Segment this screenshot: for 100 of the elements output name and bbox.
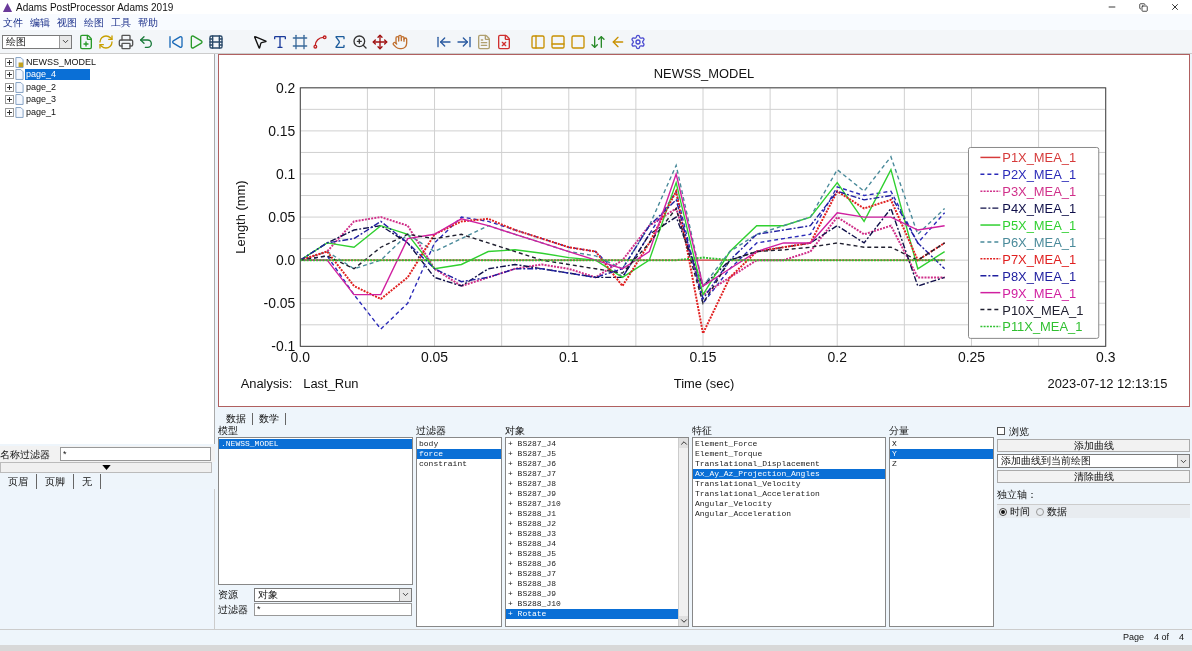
chart-title: NEWSS_MODEL [653, 65, 755, 81]
tab[interactable]: 数据 [220, 413, 253, 425]
list-item[interactable]: force [417, 449, 501, 459]
legend-label: P6X_MEA_1 [1002, 234, 1077, 250]
tab[interactable]: 数学 [253, 413, 286, 425]
list-item[interactable]: body [417, 439, 501, 449]
list-box[interactable]: Element_Force Element_Torque Translational_Displacement Ax_Ay_Az_Projection_Angles Translational_Velocity Translational_Acceleration Angular_Velocity Angular_Acceleration [692, 437, 886, 627]
tree-item[interactable]: NEWSS_MODEL [25, 56, 97, 68]
list-item[interactable]: Translational_Displacement [693, 459, 885, 469]
list-box[interactable]: + BS287_J4 + BS287_J5 + BS287_J6 + BS287_J7 + BS287_J8 + BS287_J9 + BS287_J10 + BS288_J1 + BS288_J2 + BS288_J3 + BS288_J4 + BS288_J5 + BS288_J6 + BS288_J7 + BS288_J8 + BS288_J9 + BS288_J10 + Rotate [505, 437, 689, 627]
tree-item[interactable]: page_4 [25, 69, 90, 81]
page-of-label: 4 of [1153, 630, 1169, 644]
list-item[interactable]: Element_Force [693, 439, 885, 449]
list-item[interactable]: constraint [417, 459, 501, 469]
tab[interactable]: 页脚 [37, 473, 74, 489]
radio-label: 数据 [1047, 505, 1067, 519]
list-box[interactable]: X Y Z [889, 437, 994, 627]
timestamp: 2023-07-12 12:13:15 [1047, 376, 1168, 392]
tab[interactable]: 页眉 [0, 473, 37, 489]
menu-item[interactable]: 文件 [3, 14, 23, 30]
menu-item[interactable]: 帮助 [138, 14, 158, 30]
menu-item[interactable]: 视图 [57, 14, 77, 30]
scroll-down-icon[interactable] [679, 616, 688, 626]
list-item[interactable]: + BS287_J5 [506, 449, 678, 459]
list-item[interactable]: + Rotate [506, 609, 678, 619]
legend-label: P9X_MEA_1 [1002, 285, 1077, 301]
list-item[interactable]: + BS288_J5 [506, 549, 678, 559]
page-icon [15, 81, 24, 93]
scrollbar[interactable] [678, 438, 688, 626]
name-filter-label: 名称过滤器 [0, 447, 51, 462]
restore-icon[interactable] [1139, 2, 1148, 12]
x-tick-label: 0.3 [1096, 349, 1116, 366]
list-item[interactable]: + BS288_J9 [506, 589, 678, 599]
list-item[interactable]: X [890, 439, 993, 449]
x-tick-label: 0.05 [421, 349, 449, 366]
list-item[interactable]: Translational_Velocity [693, 479, 885, 489]
list-item[interactable]: .NEWSS_MODEL [219, 439, 412, 449]
browse-checkbox[interactable] [997, 427, 1005, 435]
source-select[interactable]: 对象 [254, 587, 412, 602]
filter-field[interactable]: * [254, 603, 412, 616]
list-item[interactable]: + BS288_J4 [506, 539, 678, 549]
column-label: 模型 [218, 425, 239, 437]
list-item[interactable]: + BS287_J8 [506, 479, 678, 489]
legend-label: P1X_MEA_1 [1002, 150, 1077, 166]
y-tick-label: 0.05 [268, 209, 296, 226]
scroll-up-icon[interactable] [679, 438, 688, 448]
list-item[interactable]: + BS287_J4 [506, 439, 678, 449]
page-total: 4 [1179, 630, 1184, 644]
name-filter-field[interactable]: * [60, 447, 211, 461]
filter-label: 过滤器 [218, 603, 249, 617]
add-mode-select[interactable]: 添加曲线到当前绘图 [997, 454, 1190, 468]
list-item[interactable]: Ax_Ay_Az_Projection_Angles [693, 469, 885, 479]
legend-label: P10X_MEA_1 [1002, 302, 1084, 318]
tree-item[interactable]: page_2 [25, 81, 58, 93]
list-item[interactable]: Element_Torque [693, 449, 885, 459]
expand-icon[interactable] [5, 82, 14, 92]
list-item[interactable]: + BS288_J1 [506, 509, 678, 519]
down-arrow-icon [101, 465, 111, 470]
menu-item[interactable]: 编辑 [30, 14, 50, 30]
legend-label: P2X_MEA_1 [1002, 167, 1077, 183]
legend-label: P5X_MEA_1 [1002, 218, 1077, 233]
y-tick-label: 0.0 [276, 252, 296, 269]
list-box[interactable]: body force constraint [416, 437, 502, 627]
list-item[interactable]: + BS287_J7 [506, 469, 678, 479]
list-item[interactable]: Angular_Velocity [693, 499, 885, 509]
list-item[interactable]: + BS288_J6 [506, 559, 678, 569]
add-curve-button[interactable]: 添加曲线 [997, 439, 1190, 452]
menu-item[interactable]: 工具 [111, 14, 131, 30]
expand-icon[interactable] [5, 70, 14, 80]
independent-axis-label: 独立轴： [997, 488, 1038, 502]
menu-item[interactable]: 绘图 [84, 14, 104, 30]
clear-curves-button[interactable]: 清除曲线 [997, 470, 1190, 483]
mode-select[interactable]: 绘图 [2, 34, 72, 49]
legend-line-sample [979, 224, 1002, 226]
list-item[interactable]: + BS288_J10 [506, 599, 678, 609]
list-item[interactable]: + BS288_J3 [506, 529, 678, 539]
list-item[interactable]: Z [890, 459, 993, 469]
column-label: 对象 [505, 425, 526, 437]
x-tick-label: 0.1 [559, 349, 579, 366]
list-item[interactable]: + BS288_J2 [506, 519, 678, 529]
expand-icon[interactable] [5, 107, 14, 117]
list-item[interactable]: + BS288_J7 [506, 569, 678, 579]
expand-icon[interactable] [5, 95, 14, 105]
radio-button[interactable] [999, 507, 1007, 516]
tree-item[interactable]: page_3 [25, 94, 58, 106]
tab[interactable]: 无 [74, 473, 101, 489]
list-box[interactable]: .NEWSS_MODEL [218, 437, 413, 585]
list-item[interactable]: + BS287_J9 [506, 489, 678, 499]
legend-label: P8X_MEA_1 [1002, 268, 1077, 284]
close-icon[interactable] [1170, 2, 1180, 12]
list-item[interactable]: + BS287_J10 [506, 499, 678, 509]
list-item[interactable]: Translational_Acceleration [693, 489, 885, 499]
legend-label: P3X_MEA_1 [1002, 184, 1077, 200]
list-item[interactable]: + BS288_J8 [506, 579, 678, 589]
tree-item[interactable]: page_1 [25, 106, 58, 118]
list-item[interactable]: Angular_Acceleration [693, 509, 885, 519]
y-tick-label: 0.2 [276, 79, 296, 96]
expand-icon[interactable] [5, 57, 14, 67]
list-item[interactable]: + BS287_J6 [506, 459, 678, 469]
list-item[interactable]: Y [890, 449, 993, 459]
